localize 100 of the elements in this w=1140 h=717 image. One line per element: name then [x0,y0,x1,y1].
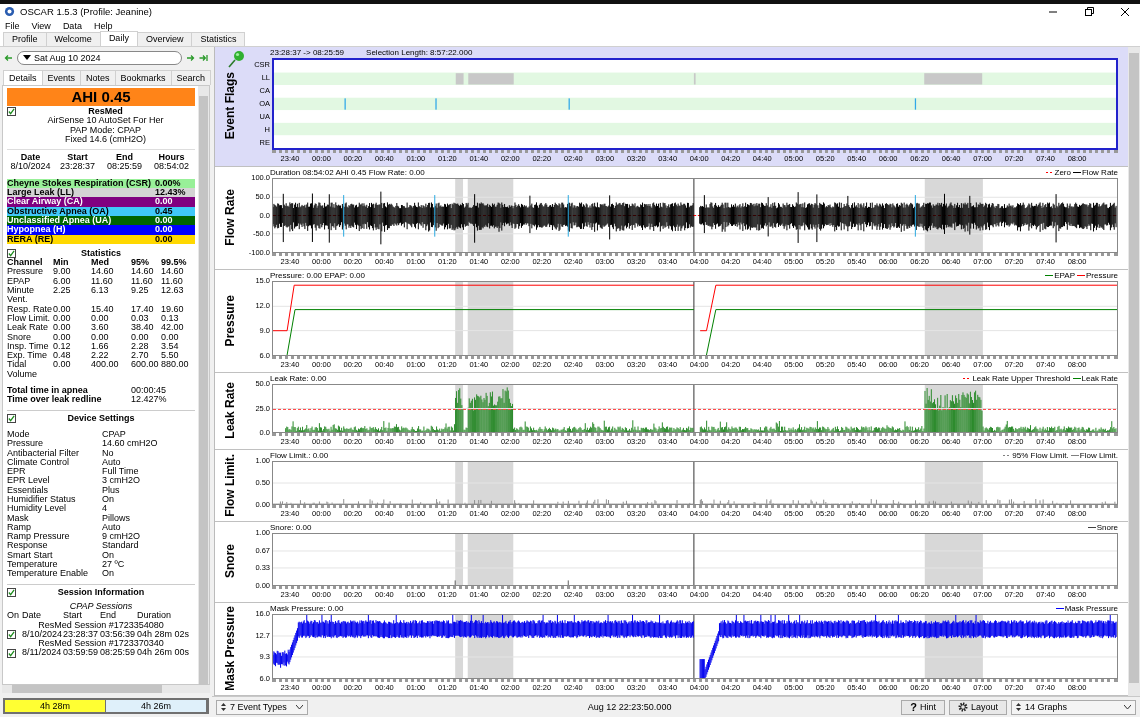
total-label: Total time in apnea [7,386,88,396]
layout-button[interactable]: Layout [948,699,1007,715]
setting-value: CPAP [102,429,127,440]
tab[interactable]: Welcome [45,32,101,46]
table-cell-text: 9.25 [131,286,150,298]
column-header: End [115,153,134,163]
setting-label: Essentials [7,485,50,495]
setting-value: 4 [102,504,108,514]
table-cell-text: 11.60 [131,276,154,287]
setting-value: On [102,495,115,505]
setting-label: EPR [7,467,27,477]
table-cell-text: 0.00 [53,332,72,342]
graph-readout: Selection Length: 8:57:22.000 [366,48,473,57]
event-index-row: Large Leak (LL) 12.43% [7,188,195,198]
tab[interactable]: Daily [99,31,138,46]
up-down-icon [221,703,226,711]
menu-item[interactable]: View [31,20,51,31]
maximize-icon[interactable] [1084,6,1094,17]
pressure-setting: Fixed 14.6 (cmH2O) [65,134,146,145]
table-cell: 8/11/2024 [22,648,63,658]
legend-label: Leak Rate [1081,374,1118,383]
table-cell-text: 04h 28m 02s [137,629,191,640]
scrollbar[interactable] [2,685,210,693]
session-segment[interactable]: 4h 28m [5,700,106,712]
menu-item[interactable]: File [5,20,20,31]
gear-icon [957,702,968,712]
table-cell-text: 17.40 [131,304,155,314]
table-cell-text: Insp. Time [7,341,50,351]
session-segment[interactable]: 4h 26m [106,700,207,712]
caret-icon [23,55,31,60]
setting-label: Antibacterial Filter [7,448,81,458]
table-cell-text: Snore [7,332,33,342]
setting-label: Ramp [7,522,32,532]
menu-item[interactable]: Help [93,20,113,31]
column-header: Duration [137,611,173,621]
table-cell-text: 11.60 [91,276,114,287]
table-cell-text: 04h 26m 00s [137,648,191,658]
tab[interactable]: Details [3,70,43,85]
graph-title: Snore [223,544,237,579]
menu-item[interactable]: Data [62,20,82,31]
scrollbar[interactable] [1128,47,1140,696]
table-cell-text: 8/10/2024 [9,162,52,172]
tab[interactable]: Overview [136,32,193,46]
date-dropdown[interactable]: Sat Aug 10 2024 [17,50,182,65]
event-types-dropdown[interactable]: 7 Event Types [216,699,308,715]
column-header: Hours [157,153,186,163]
table-cell-text: 14.60 [161,267,185,277]
checkbox[interactable] [7,587,16,597]
setting-value: Full Time [102,467,140,477]
setting-value: Standard [102,541,140,551]
column-header: Date [20,153,41,163]
back-arrow-icon[interactable] [4,53,13,62]
graph-title: Leak Rate [223,382,237,439]
tab[interactable]: Profile [3,32,47,46]
hint-button[interactable]: ? Hint [901,699,945,715]
table-cell-text: 8/10/2024 [22,629,63,639]
forward-arrow-icon[interactable] [186,53,195,62]
legend-label: Snore [1096,523,1118,532]
table-cell-text: Tidal Volume [7,360,39,379]
tab[interactable]: Statistics [191,32,246,46]
jump-to-end-icon[interactable] [199,53,208,62]
close-icon[interactable] [1120,6,1130,17]
table-cell-text: 23:28:37 [58,162,96,172]
table-cell-text: 0.00 [53,323,72,333]
table-cell-text: 6.13 [91,286,110,298]
table-cell-text: 0.00 [91,313,110,324]
legend-label: Pressure [1086,271,1118,280]
checkbox[interactable] [7,249,16,258]
table-cell-text: 38.40 [131,323,155,333]
checkbox[interactable] [7,413,16,423]
graph-title: Pressure [223,294,237,347]
graphs-dropdown[interactable]: 14 Graphs [1011,699,1136,715]
scrollbar[interactable] [198,86,209,684]
table-cell-text: 08:25:59 [105,162,143,172]
column-header: Med [91,258,110,268]
caret-icon [1124,705,1131,709]
setting-value: Pillows [102,513,131,523]
table-cell-text: 0.00 [91,332,110,342]
graph-title: Flow Rate [223,189,237,246]
checkbox[interactable] [7,107,16,116]
setting-value: No [102,448,115,458]
setting-value: Auto [102,457,122,467]
tab[interactable]: Search [170,70,212,85]
graph-readout: Snore: 0.00 [270,523,312,532]
column-header: 95% [131,258,150,268]
checkbox[interactable] [7,630,16,639]
event-index-row: Unclassified Apnea (UA) 0.00 [7,215,195,226]
table-cell: 03:59:59 [63,648,100,658]
table-cell-text: Leak Rate [7,323,50,333]
table-cell-text: Pressure [7,267,44,277]
graph-readout: Duration 08:54:02 AHI 0.45 Flow Rate: 0.00 [270,168,425,177]
graph-title: Flow Limit. [223,453,237,517]
table-cell-text: 400.00 [91,360,120,372]
subtitle: CPAP Sessions [68,601,134,611]
table-cell-text: 11.60 [161,276,184,287]
checkbox[interactable] [7,648,16,658]
table-cell-text: 6.00 [53,276,72,287]
table-cell-text: 0.13 [161,313,180,324]
caret-icon [296,705,303,709]
pushpin-icon[interactable] [227,49,247,69]
